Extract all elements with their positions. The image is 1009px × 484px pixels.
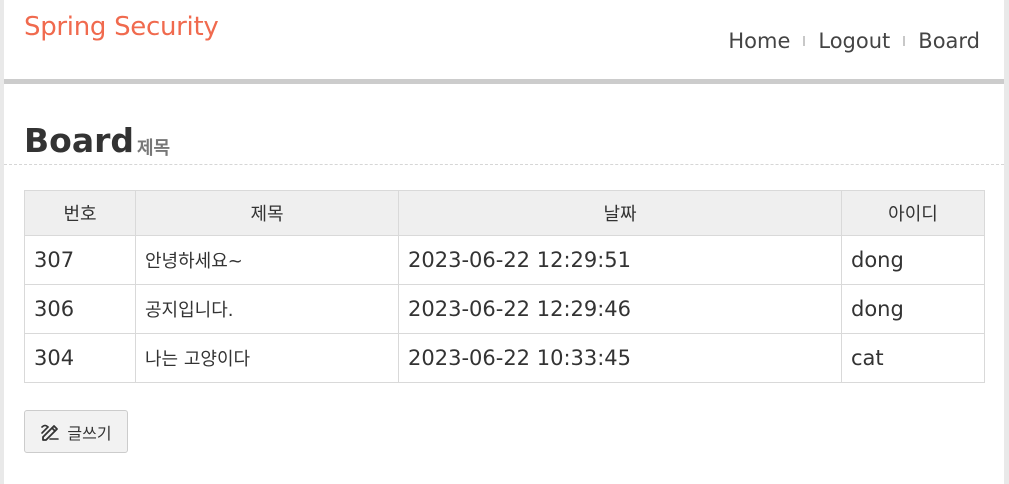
top-nav: Home Logout Board bbox=[728, 29, 980, 53]
cell-number: 304 bbox=[24, 333, 136, 383]
nav-home-link[interactable]: Home bbox=[728, 29, 790, 53]
board-table: 번호 제목 날짜 아이디 307 안녕하세요~ 2023-06-22 12:29… bbox=[24, 190, 985, 383]
nav-logout-link[interactable]: Logout bbox=[818, 29, 890, 53]
cell-number: 306 bbox=[24, 284, 136, 334]
title-row: Board 제목 bbox=[4, 121, 1004, 165]
table-row[interactable]: 307 안녕하세요~ 2023-06-22 12:29:51 dong bbox=[24, 235, 985, 285]
header: Spring Security Home Logout Board bbox=[4, 0, 1004, 84]
column-header-title: 제목 bbox=[135, 190, 399, 236]
cell-date: 2023-06-22 12:29:51 bbox=[398, 235, 842, 285]
nav-board-link[interactable]: Board bbox=[918, 29, 980, 53]
cell-date: 2023-06-22 10:33:45 bbox=[398, 333, 842, 383]
cell-id: cat bbox=[841, 333, 985, 383]
column-header-date: 날짜 bbox=[398, 190, 842, 236]
column-header-number: 번호 bbox=[24, 190, 136, 236]
page: Spring Security Home Logout Board Board … bbox=[4, 0, 1004, 484]
table-header-row: 번호 제목 날짜 아이디 bbox=[24, 190, 985, 236]
write-button[interactable]: 글쓰기 bbox=[24, 410, 128, 453]
page-title: Board bbox=[24, 121, 134, 160]
cell-title[interactable]: 안녕하세요~ bbox=[135, 235, 399, 285]
column-header-id: 아이디 bbox=[841, 190, 985, 236]
cell-id: dong bbox=[841, 284, 985, 334]
cell-id: dong bbox=[841, 235, 985, 285]
cell-date: 2023-06-22 12:29:46 bbox=[398, 284, 842, 334]
pencil-icon bbox=[40, 422, 60, 442]
page-subtitle: 제목 bbox=[137, 138, 171, 159]
nav-separator bbox=[903, 36, 906, 46]
table-row[interactable]: 306 공지입니다. 2023-06-22 12:29:46 dong bbox=[24, 284, 985, 334]
cell-number: 307 bbox=[24, 235, 136, 285]
cell-title[interactable]: 나는 고양이다 bbox=[135, 333, 399, 383]
table-row[interactable]: 304 나는 고양이다 2023-06-22 10:33:45 cat bbox=[24, 333, 985, 383]
nav-separator bbox=[803, 36, 806, 46]
cell-title[interactable]: 공지입니다. bbox=[135, 284, 399, 334]
brand-logo[interactable]: Spring Security bbox=[24, 12, 219, 42]
write-button-label: 글쓰기 bbox=[67, 423, 112, 443]
